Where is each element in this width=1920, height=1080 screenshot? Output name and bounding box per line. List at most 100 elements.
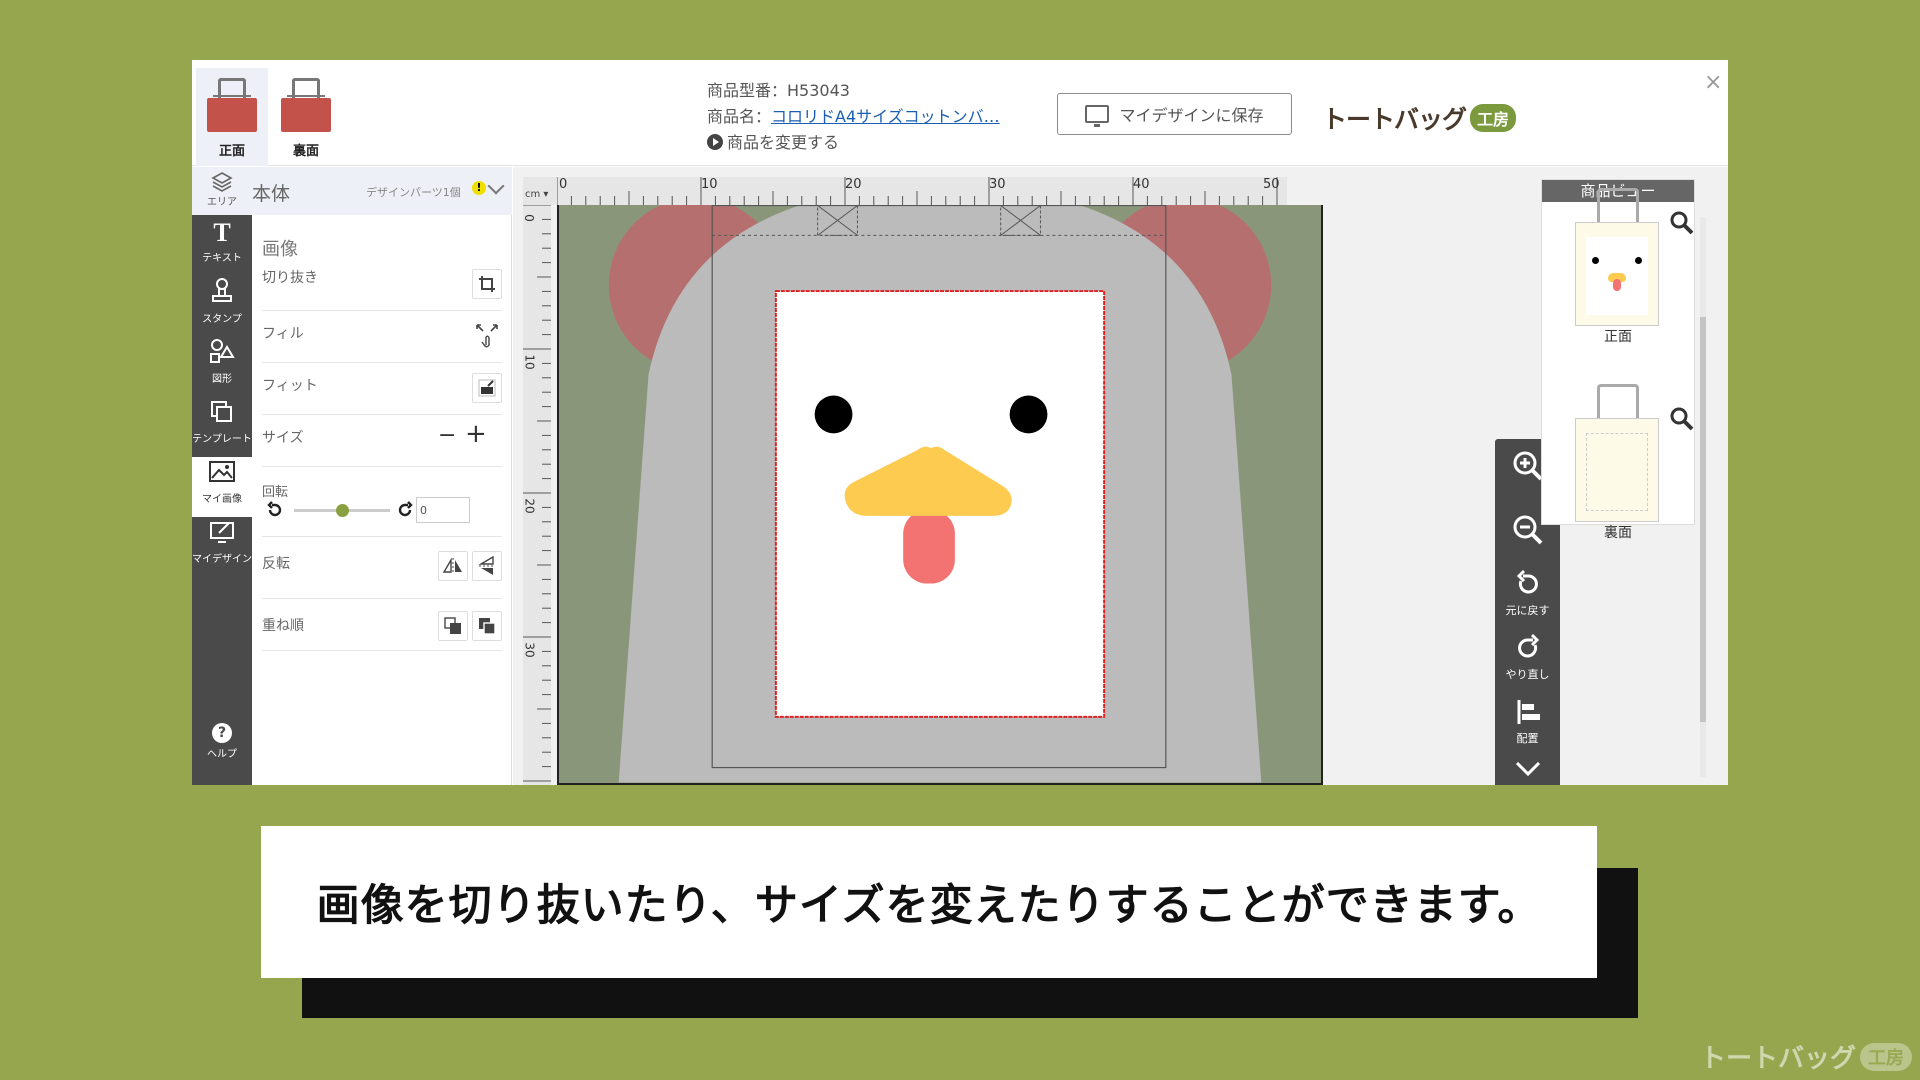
monitor-icon	[1085, 105, 1110, 127]
undo-label: 元に戻す	[1505, 604, 1550, 617]
section-title: 画像	[262, 239, 298, 260]
rail-help-label: ヘルプ	[207, 749, 237, 760]
zoom-back-icon[interactable]	[1669, 406, 1695, 432]
chevron-down-icon[interactable]	[487, 177, 505, 195]
vertical-scrollbar[interactable]	[1700, 217, 1706, 777]
bag-front-icon	[207, 98, 257, 132]
ruler-h-label: 20	[845, 177, 862, 192]
zoom-out-icon	[1513, 515, 1542, 545]
ruler-v-label: 0	[521, 214, 536, 222]
order-row: 重ね順	[262, 599, 502, 651]
product-code: 商品型番：H53043	[707, 81, 850, 100]
change-product-link[interactable]: 商品を変更する	[707, 130, 1000, 156]
tote-canvas[interactable]	[557, 205, 1323, 785]
align-label: 配置	[1516, 732, 1539, 745]
flip-vertical-button[interactable]	[472, 551, 502, 581]
rotate-left-icon[interactable]	[266, 501, 284, 519]
send-back-button[interactable]	[472, 611, 502, 641]
size-minus-button[interactable]: −	[438, 423, 456, 448]
horizontal-ruler: 0 10 20 30 40 50	[556, 177, 1292, 205]
tongue	[903, 509, 955, 584]
bag-handle-icon	[287, 78, 325, 100]
rail-my-design[interactable]: マイデザイン	[192, 517, 252, 577]
crop-button[interactable]	[472, 269, 502, 299]
bag-back-icon	[281, 98, 331, 132]
preview-front-bag	[1575, 222, 1659, 326]
caption-box: 画像を切り抜いたり、サイズを変えたりすることができます。	[261, 826, 1597, 978]
watermark-name: トートバッグ	[1700, 1044, 1857, 1074]
undo-button[interactable]: 元に戻す	[1495, 569, 1560, 618]
left-eye	[814, 395, 853, 434]
watermark-logo: トートバッグ 工房	[1700, 1038, 1913, 1075]
brand-badge: 工房	[1470, 104, 1517, 132]
flip-vertical-icon	[478, 556, 495, 575]
rail-stamp[interactable]: スタンプ	[192, 277, 252, 337]
flip-label: 反転	[262, 556, 290, 572]
preview-handle-icon	[1597, 188, 1639, 226]
horizontal-ruler-ticks	[556, 177, 1292, 205]
shapes-icon	[210, 339, 235, 363]
save-to-my-design-button[interactable]: マイデザインに保存	[1057, 93, 1292, 135]
right-eye	[1009, 395, 1048, 434]
preview-back-label: 裏面	[1604, 525, 1632, 541]
change-product-label: 商品を変更する	[727, 133, 840, 152]
fit-icon	[478, 379, 496, 397]
scrollbar-thumb[interactable]	[1700, 317, 1706, 722]
bring-front-button[interactable]	[438, 611, 468, 641]
size-label: サイズ	[262, 430, 304, 446]
rail-help[interactable]: ? ヘルプ	[192, 719, 252, 779]
flip-horizontal-button[interactable]	[438, 551, 468, 581]
rail-text-label: テキスト	[202, 253, 242, 264]
layer-back-icon	[479, 618, 496, 635]
rotate-row: 回転	[262, 467, 502, 537]
product-name-link[interactable]: コロリドA4サイズコットンバ…	[771, 107, 1000, 126]
fill-button[interactable]	[472, 321, 502, 351]
design-canvas[interactable]	[557, 205, 1323, 785]
preview-front[interactable]: 正面	[1575, 188, 1661, 345]
ruler-h-label: 50	[1263, 177, 1280, 192]
zoom-in-icon	[1513, 451, 1542, 481]
fit-row: フィット	[262, 363, 502, 415]
layers-icon	[211, 172, 233, 192]
close-icon[interactable]: ×	[1704, 70, 1722, 95]
top-bar: 正面 裏面 商品型番：H53043 商品名：コロリドA4サイズコットンバ… 商品…	[192, 60, 1728, 166]
align-button[interactable]: 配置	[1495, 697, 1560, 746]
rail-shape[interactable]: 図形	[192, 337, 252, 397]
rail-area-button[interactable]: エリア	[192, 167, 252, 215]
rotate-slider-handle[interactable]	[336, 504, 349, 517]
preview-back[interactable]: 裏面	[1575, 384, 1661, 541]
size-row: サイズ − +	[262, 415, 502, 467]
image-tool-panel: 本体 デザインパーツ1個 ! 画像 切り抜き フィル フィット サイズ − + …	[252, 167, 512, 785]
ruler-h-label: 10	[701, 177, 718, 192]
panel-title: 本体	[252, 183, 291, 205]
vertical-ruler: 0 10 20 30	[521, 204, 551, 785]
rail-template-label: テンプレート	[192, 434, 252, 445]
rail-my-image[interactable]: マイ画像	[192, 457, 252, 517]
rail-text[interactable]: T テキスト	[192, 217, 252, 277]
fill-row: フィル	[262, 311, 502, 363]
rotate-input[interactable]	[416, 497, 470, 523]
image-icon	[209, 461, 235, 482]
design-parts-count: デザインパーツ1個	[366, 186, 461, 199]
fit-button[interactable]	[472, 373, 502, 403]
rotate-label: 回転	[262, 485, 289, 500]
more-tools-button[interactable]	[1495, 757, 1560, 784]
tab-back[interactable]: 裏面	[270, 68, 342, 166]
tab-back-label: 裏面	[292, 144, 319, 159]
zoom-front-icon[interactable]	[1669, 210, 1695, 236]
ruler-h-label: 30	[989, 177, 1006, 192]
rail-template[interactable]: テンプレート	[192, 397, 252, 457]
warning-icon: !	[472, 181, 486, 195]
rail-stamp-label: スタンプ	[202, 314, 242, 325]
ruler-v-label: 10	[522, 354, 537, 370]
size-plus-button[interactable]: +	[465, 419, 487, 449]
flip-row: 反転	[262, 537, 502, 599]
rail-area-label: エリア	[207, 197, 237, 208]
preview-back-bag	[1575, 418, 1659, 522]
help-icon: ?	[212, 723, 232, 743]
left-rail: エリア T テキスト スタンプ 図形 テンプレート マイ画像 マイデザイン ? …	[192, 167, 252, 785]
tab-front[interactable]: 正面	[196, 68, 268, 166]
rotate-right-icon[interactable]	[396, 501, 414, 519]
redo-button[interactable]: やり直し	[1495, 633, 1560, 682]
panel-header[interactable]: 本体 デザインパーツ1個 !	[252, 167, 512, 215]
